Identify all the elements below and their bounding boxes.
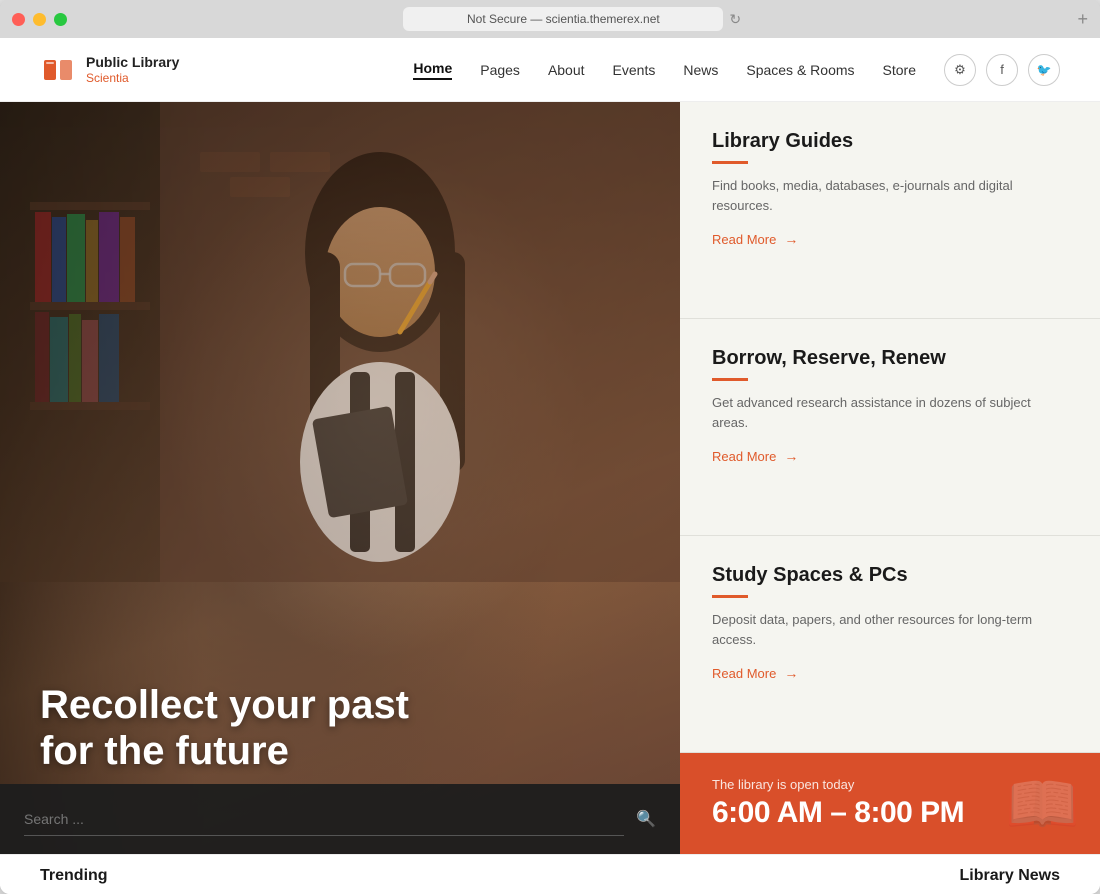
nav-store[interactable]: Store [883, 62, 916, 78]
hours-banner: The library is open today 6:00 AM – 8:00… [680, 753, 1100, 854]
guide-panel-2-title: Borrow, Reserve, Renew [712, 347, 1068, 370]
twitter-button[interactable]: 🐦 [1028, 54, 1060, 86]
logo-text: Public Library Scientia [86, 54, 179, 85]
refresh-icon[interactable]: ↻ [729, 11, 741, 28]
close-dot[interactable] [12, 13, 25, 26]
facebook-icon: f [1000, 62, 1004, 77]
guide-panel-3-desc: Deposit data, papers, and other resource… [712, 610, 1068, 649]
search-input[interactable] [24, 803, 624, 836]
nav-home[interactable]: Home [413, 60, 452, 80]
guide-panel-1-desc: Find books, media, databases, e-journals… [712, 176, 1068, 215]
nav-news[interactable]: News [683, 62, 718, 78]
guide-panel-3-read-more[interactable]: Read More → [712, 665, 1068, 681]
site-logo: Public Library Scientia [40, 52, 179, 88]
facebook-button[interactable]: f [986, 54, 1018, 86]
address-input[interactable]: Not Secure — scientia.themerex.net [403, 7, 723, 31]
minimize-dot[interactable] [33, 13, 46, 26]
library-news-title: Library News [960, 867, 1060, 885]
twitter-icon: 🐦 [1037, 63, 1052, 77]
gear-icon: ⚙ [954, 62, 966, 78]
logo-icon [40, 52, 76, 88]
site-nav: Home Pages About Events News Spaces & Ro… [413, 60, 916, 80]
guide-panel-1: Library Guides Find books, media, databa… [680, 102, 1100, 319]
browser-content: Public Library Scientia Home Pages About… [0, 38, 1100, 894]
search-icon[interactable]: 🔍 [636, 809, 656, 829]
hero-section: Recollect your pastfor the future 🔍 Libr… [0, 102, 1100, 854]
nav-events[interactable]: Events [613, 62, 656, 78]
arrow-icon-2: → [784, 448, 798, 464]
logo-subtitle: Scientia [86, 71, 179, 85]
guide-panel-3-title: Study Spaces & PCs [712, 564, 1068, 587]
nav-about[interactable]: About [548, 62, 585, 78]
site-header: Public Library Scientia Home Pages About… [0, 38, 1100, 102]
bottom-peek: Trending Library News [0, 854, 1100, 894]
new-tab-button[interactable]: + [1077, 9, 1088, 30]
arrow-icon-3: → [784, 665, 798, 681]
guide-panel-1-accent [712, 161, 748, 164]
hero-left: Recollect your pastfor the future 🔍 [0, 102, 680, 854]
guide-panel-1-title: Library Guides [712, 130, 1068, 153]
site-wrapper: Public Library Scientia Home Pages About… [0, 38, 1100, 894]
arrow-icon-1: → [784, 231, 798, 247]
settings-button[interactable]: ⚙ [944, 54, 976, 86]
logo-name: Public Library [86, 54, 179, 71]
book-decorative-icon: 📖 [1005, 768, 1080, 839]
hero-text-overlay: Recollect your pastfor the future [40, 682, 640, 774]
maximize-dot[interactable] [54, 13, 67, 26]
browser-titlebar: Not Secure — scientia.themerex.net ↻ + [0, 0, 1100, 38]
hero-search-bar: 🔍 [0, 784, 680, 854]
hero-right: Library Guides Find books, media, databa… [680, 102, 1100, 854]
guide-panel-2: Borrow, Reserve, Renew Get advanced rese… [680, 319, 1100, 536]
trending-title: Trending [40, 867, 108, 885]
hero-illustration [0, 102, 680, 582]
address-bar-container: Not Secure — scientia.themerex.net ↻ [135, 7, 1009, 31]
nav-pages[interactable]: Pages [480, 62, 520, 78]
header-icons: ⚙ f 🐦 [944, 54, 1060, 86]
guide-panel-2-accent [712, 378, 748, 381]
guide-panel-3-accent [712, 595, 748, 598]
guide-panel-2-desc: Get advanced research assistance in doze… [712, 393, 1068, 432]
hero-headline: Recollect your pastfor the future [40, 682, 640, 774]
guide-panel-2-read-more[interactable]: Read More → [712, 448, 1068, 464]
guide-panel-3: Study Spaces & PCs Deposit data, papers,… [680, 536, 1100, 753]
guide-panel-1-read-more[interactable]: Read More → [712, 231, 1068, 247]
nav-spaces-rooms[interactable]: Spaces & Rooms [746, 62, 854, 78]
